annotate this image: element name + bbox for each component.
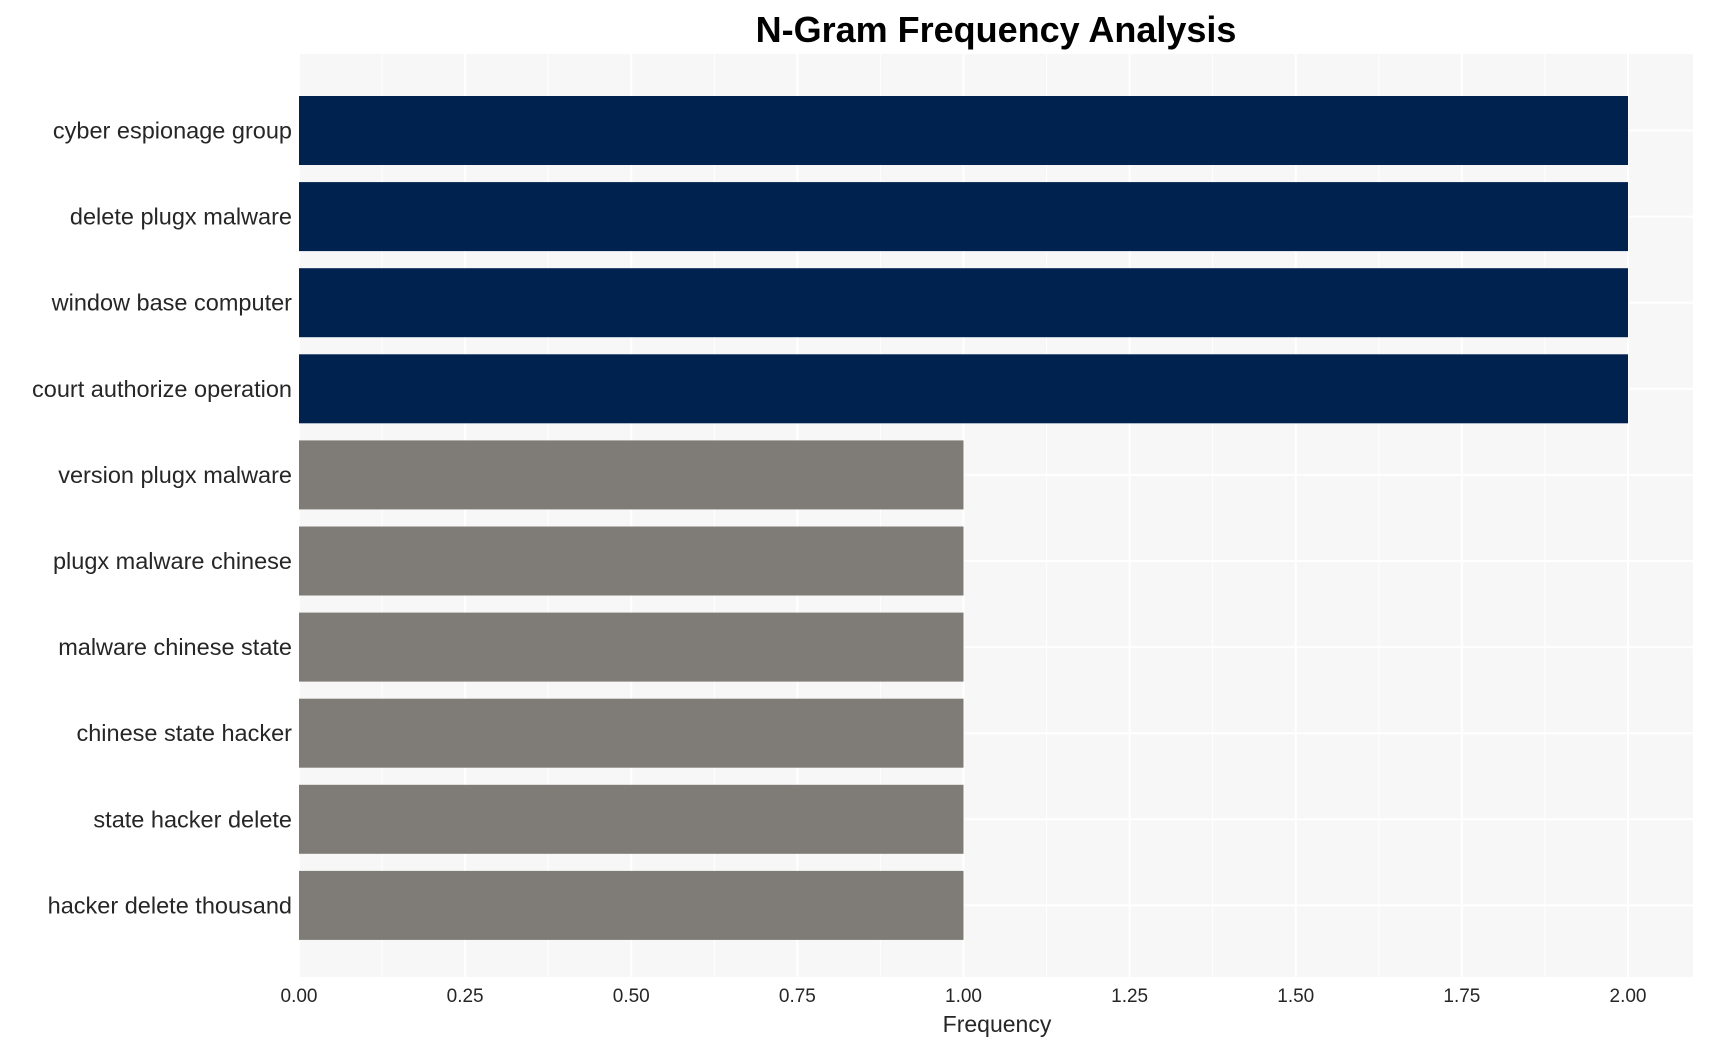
bar [299,354,1628,424]
bar [299,268,1628,338]
x-tick-label: 2.00 [1610,986,1647,1007]
x-tick-label: 0.25 [447,986,484,1007]
bar [299,440,964,510]
y-tick-label: cyber espionage group [53,118,292,144]
bar [299,182,1628,252]
x-tick-label: 1.00 [945,986,982,1007]
chart-title: N-Gram Frequency Analysis [756,9,1237,50]
x-tick-label: 1.25 [1111,986,1148,1007]
x-tick-label: 0.00 [281,986,318,1007]
x-tick-label: 1.75 [1443,986,1480,1007]
y-tick-labels: cyber espionage group delete plugx malwar… [32,118,292,919]
y-tick-label: court authorize operation [32,376,292,402]
x-tick-label: 0.50 [613,986,650,1007]
y-tick-label: plugx malware chinese [53,548,292,574]
bar [299,784,964,854]
x-tick-label: 0.75 [779,986,816,1007]
y-tick-label: window base computer [51,290,293,316]
x-tick-labels: 0.00 0.25 0.50 0.75 1.00 1.25 1.50 1.75 2.00 [281,986,1647,1007]
y-tick-label: state hacker delete [93,806,292,832]
y-tick-label: chinese state hacker [76,720,292,746]
y-tick-label: malware chinese state [58,634,292,660]
x-axis-label: Frequency [943,1011,1052,1037]
chart: N-Gram Frequency Analysis cyber espionag… [32,9,1693,1037]
bar [299,698,964,768]
x-tick-label: 1.50 [1277,986,1314,1007]
bar [299,612,964,682]
bar [299,870,964,940]
y-tick-label: version plugx malware [58,462,292,488]
bar [299,526,964,596]
y-tick-label: delete plugx malware [70,204,292,230]
bar [299,96,1628,165]
y-tick-label: hacker delete thousand [48,892,292,918]
